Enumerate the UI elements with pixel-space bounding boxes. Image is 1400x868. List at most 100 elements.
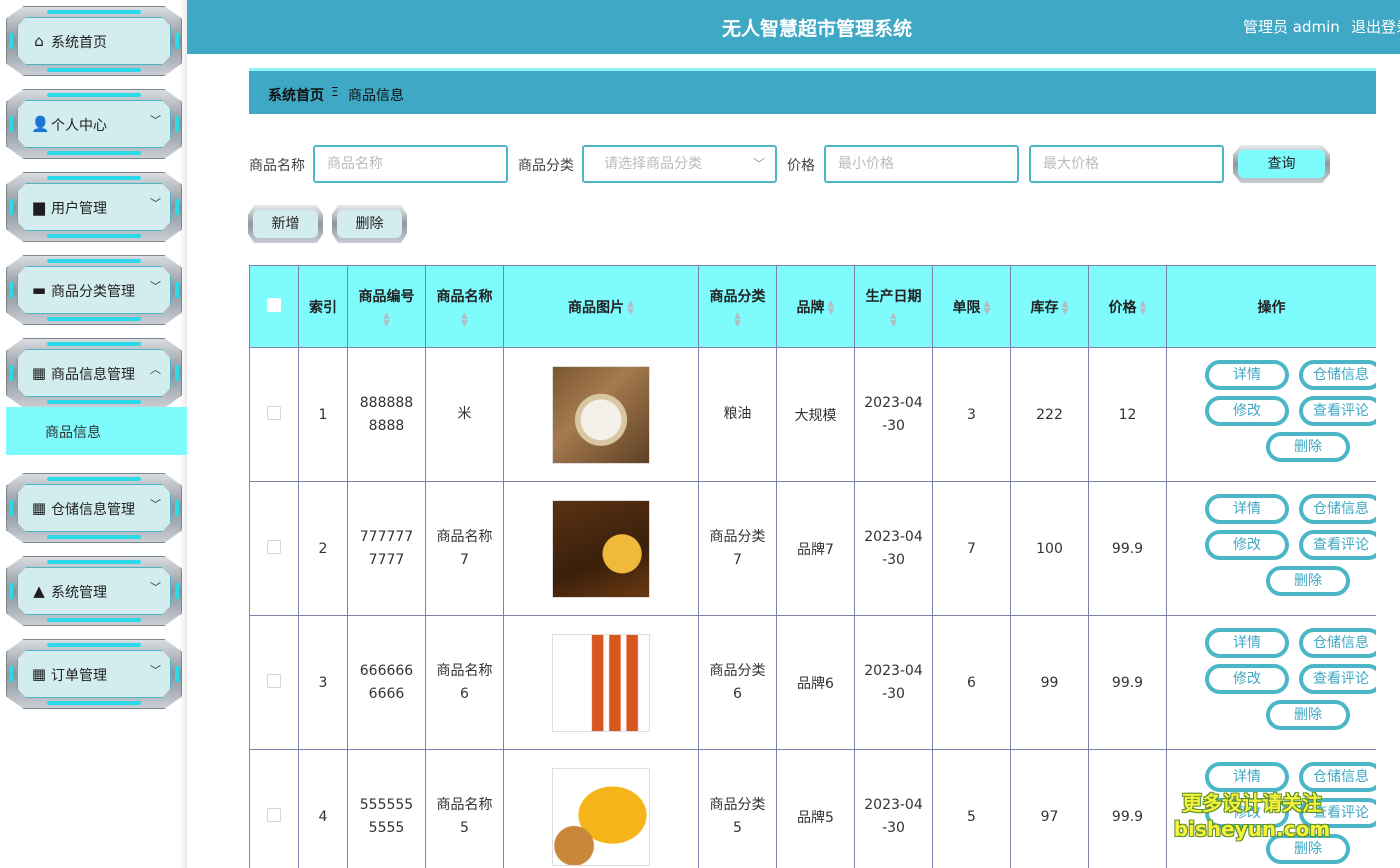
view-reviews-button[interactable]: 查看评论	[1299, 530, 1376, 560]
row-checkbox[interactable]	[267, 405, 281, 420]
frame-accent	[47, 400, 141, 404]
add-button[interactable]: 新增	[248, 205, 323, 243]
sort-icon[interactable]: ▲ ▼	[1140, 299, 1147, 316]
sidebar: ⌂ 系统首页 👤 个人中心 ﹀ ▆ 用户管理 ﹀ ▬ 商品分类管理 ﹀ ▦ 商品信息管理 ︿ ▦ 仓储信息管理…	[0, 0, 187, 868]
storage-info-button[interactable]: 仓储信息	[1299, 628, 1376, 658]
sidebar-item-label: 系统首页	[51, 35, 107, 51]
cell-category: 商品分类7	[698, 481, 777, 616]
sort-icon[interactable]: ▲ ▼	[984, 299, 991, 316]
product-category-select[interactable]: 请选择商品分类 ﹀	[582, 145, 777, 183]
grid-icon: ▦	[31, 499, 47, 517]
storage-info-button[interactable]: 仓储信息	[1299, 494, 1376, 524]
product-name-input[interactable]: 商品名称	[313, 145, 508, 183]
cell-price: 99.9	[1088, 615, 1167, 750]
watermark: 更多设计请关注 bisheyun.com	[1172, 790, 1332, 842]
sidebar-item-1[interactable]: ⌂ 系统首页	[6, 6, 182, 76]
product-image[interactable]	[552, 499, 650, 598]
storage-info-button[interactable]: 仓储信息	[1299, 360, 1376, 390]
header-stock[interactable]: 库存 ▲ ▼	[1010, 265, 1089, 348]
breadcrumb-current: 商品信息	[348, 88, 404, 104]
header-label: 索引	[309, 299, 337, 316]
query-button[interactable]: 查询	[1233, 145, 1330, 183]
cell-date-text: 2023-04-30	[864, 394, 923, 434]
cell-stock: 222	[1010, 347, 1089, 482]
current-user: 管理员 admin	[1243, 18, 1340, 36]
cell-limit: 7	[932, 481, 1011, 616]
product-image[interactable]	[552, 633, 650, 732]
cell-price: 99.9	[1088, 481, 1167, 616]
cell-code: 8888888888	[347, 347, 426, 482]
sort-icon[interactable]: ▲ ▼	[699, 311, 776, 328]
header-label: 商品分类	[709, 288, 766, 305]
sort-icon[interactable]: ▲ ▼	[828, 299, 835, 316]
view-reviews-button[interactable]: 查看评论	[1299, 396, 1376, 426]
sort-icon[interactable]: ▲ ▼	[426, 311, 503, 328]
detail-button[interactable]: 详情	[1205, 494, 1289, 524]
edit-button[interactable]: 修改	[1205, 664, 1289, 694]
sidebar-item-6[interactable]: ▦ 仓储信息管理 ﹀	[6, 473, 182, 543]
detail-button[interactable]: 详情	[1205, 628, 1289, 658]
sidebar-item-5[interactable]: ▦ 商品信息管理 ︿	[6, 338, 182, 408]
row-checkbox[interactable]	[267, 673, 281, 688]
frame-accent	[47, 93, 141, 97]
sort-icon[interactable]: ▲ ▼	[627, 299, 634, 316]
logout-link[interactable]: 退出登录	[1351, 16, 1400, 37]
cell-category: 商品分类5	[698, 749, 777, 868]
frame-accent	[9, 116, 13, 132]
breadcrumb-home[interactable]: 系统首页	[268, 85, 324, 105]
cell-index: 2	[298, 481, 348, 616]
cell-date-text: 2023-04-30	[864, 528, 923, 568]
cell-code: 5555555555	[347, 749, 426, 868]
header-limit[interactable]: 单限 ▲ ▼	[932, 265, 1011, 348]
edit-button[interactable]: 修改	[1205, 396, 1289, 426]
sidebar-item-8[interactable]: ▦ 订单管理 ﹀	[6, 639, 182, 709]
sort-icon[interactable]: ▲ ▼	[855, 311, 932, 328]
cell-code-text: 5555555555	[359, 796, 414, 836]
header-date[interactable]: 生产日期 ▲ ▼	[854, 265, 933, 348]
sidebar-item-3[interactable]: ▆ 用户管理 ﹀	[6, 172, 182, 242]
batch-delete-button[interactable]: 删除	[332, 205, 407, 243]
product-image[interactable]	[552, 365, 650, 464]
frame-accent	[175, 282, 179, 298]
submenu-item-product-info[interactable]: 商品信息	[6, 407, 187, 455]
edit-button[interactable]: 修改	[1205, 530, 1289, 560]
header-code[interactable]: 商品编号 ▲ ▼	[347, 265, 426, 348]
header-name[interactable]: 商品名称 ▲ ▼	[425, 265, 504, 348]
delete-row-button[interactable]: 删除	[1266, 566, 1350, 596]
cell-date-text: 2023-04-30	[864, 796, 923, 836]
header-category[interactable]: 商品分类 ▲ ▼	[698, 265, 777, 348]
view-reviews-button[interactable]: 查看评论	[1299, 664, 1376, 694]
row-checkbox[interactable]	[267, 539, 281, 554]
row-checkbox[interactable]	[267, 807, 281, 822]
detail-button[interactable]: 详情	[1205, 762, 1289, 792]
max-price-input[interactable]: 最大价格	[1029, 145, 1224, 183]
cell-date: 2023-04-30	[854, 749, 933, 868]
table-row: 1 8888888888 米粮油 大规模 2023-04-30 3 222 12 详情 仓储信息修…	[249, 347, 1376, 482]
storage-info-button[interactable]: 仓储信息	[1299, 762, 1376, 792]
header-image[interactable]: 商品图片 ▲ ▼	[503, 265, 699, 348]
sort-icon[interactable]: ▲ ▼	[1062, 299, 1069, 316]
header-brand[interactable]: 品牌 ▲ ▼	[776, 265, 855, 348]
frame-accent	[175, 365, 179, 381]
min-price-input[interactable]: 最小价格	[824, 145, 1019, 183]
frame-accent	[9, 583, 13, 599]
frame-accent	[175, 583, 179, 599]
detail-button[interactable]: 详情	[1205, 360, 1289, 390]
chevron-down-icon: ﹀	[150, 280, 161, 293]
header-price[interactable]: 价格 ▲ ▼	[1088, 265, 1167, 348]
sort-icon[interactable]: ▲ ▼	[348, 311, 425, 328]
product-name-placeholder: 商品名称	[327, 156, 383, 172]
sidebar-item-7[interactable]: ▲ 系统管理 ﹀	[6, 556, 182, 626]
delete-row-button[interactable]: 删除	[1266, 432, 1350, 462]
cell-name-text: 商品名称6	[436, 662, 493, 702]
delete-row-button[interactable]: 删除	[1266, 700, 1350, 730]
frame-accent	[47, 176, 141, 180]
frame-accent	[9, 33, 13, 49]
frame-accent	[47, 560, 141, 564]
row-select-cell	[249, 749, 299, 868]
select-all-checkbox[interactable]	[267, 297, 281, 312]
sidebar-item-4[interactable]: ▬ 商品分类管理 ﹀	[6, 255, 182, 325]
sidebar-item-2[interactable]: 👤 个人中心 ﹀	[6, 89, 182, 159]
product-image[interactable]	[552, 767, 650, 866]
chevron-down-icon: ﹀	[150, 197, 161, 210]
